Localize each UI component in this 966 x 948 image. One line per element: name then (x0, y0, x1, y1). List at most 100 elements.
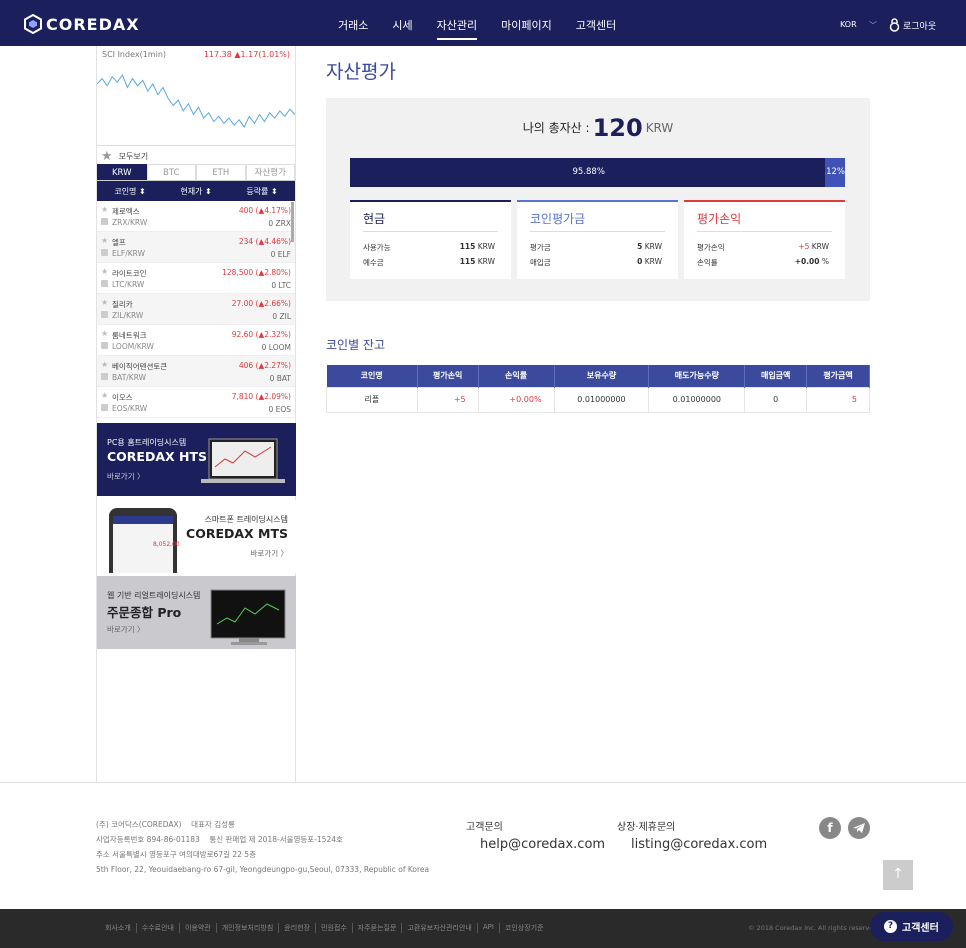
footer-link-asset-guide[interactable]: 고환유보자산관리안내 (402, 923, 478, 933)
hts-link[interactable]: 바로가기 〉 (107, 471, 144, 482)
list-item[interactable]: ★ 엘프 ELF/KRW 234 (▲4.46%) 0 ELF (97, 232, 295, 263)
scroll-top-button[interactable]: ↑ (883, 860, 913, 890)
footer-link-about[interactable]: 회사소개 (100, 923, 137, 933)
nav-mypage[interactable]: 마이페이지 (489, 0, 564, 46)
mts-link[interactable]: 바로가기 〉 (251, 548, 288, 559)
footer-link-faq[interactable]: 자주묻는질문 (353, 923, 403, 933)
table-header-row: 코인명 평가손익 손익률 보유수량 매도가능수량 매입금액 평가금액 (326, 365, 870, 387)
coin-list-scrollbar[interactable] (291, 202, 294, 242)
card-row: 사용가능 115 KRW (363, 242, 495, 253)
row-value: 115 KRW (460, 257, 495, 266)
tab-krw[interactable]: KRW (97, 164, 147, 180)
telegram-icon[interactable] (848, 817, 870, 839)
footer-divider (0, 782, 966, 783)
value-unit: KRW (475, 257, 495, 266)
th-coin: 코인명 (326, 365, 418, 387)
pro-title: 주문종합 Pro (107, 605, 182, 620)
pro-link[interactable]: 바로가기 〉 (107, 624, 144, 635)
coin-price: 400 (▲4.17%) (238, 206, 291, 215)
nav-market[interactable]: 시세 (380, 0, 424, 46)
list-item[interactable]: ★ 질리카 ZIL/KRW 27.00 (▲2.66%) 0 ZIL (97, 294, 295, 325)
bar-cash-segment: 95.88% (350, 158, 825, 187)
footer-link-privacy[interactable]: 개인정보처리방침 (217, 923, 280, 933)
coin-list: ★ 제로엑스 ZRX/KRW 400 (▲4.17%) 0 ZRX ★ 엘프 E… (97, 201, 295, 418)
star-icon[interactable]: ★ (101, 360, 108, 369)
card-row: 평가금 5 KRW (530, 242, 662, 253)
coin-list-header: 코인명 ⬍ 현재가 ⬍ 등락률 ⬍ (97, 181, 295, 201)
footer-link-terms[interactable]: 이용약관 (180, 923, 217, 933)
coin-name: 이오스 (112, 393, 133, 402)
coin-price: 27.00 (▲2.66%) (231, 299, 291, 308)
cash-card: 현금 사용가능 115 KRW 예수금 115 KRW (350, 200, 511, 279)
coin-badge-icon (101, 249, 108, 256)
cell-holding: 0.01000000 (553, 386, 650, 413)
table-row[interactable]: 리플 +5 +0.00% 0.01000000 0.01000000 0 5 (326, 386, 870, 413)
contact-email[interactable]: help@coredax.com (480, 837, 605, 852)
mts-banner[interactable]: 8,052,000 스마트폰 트레이딩시스템 COREDAX MTS 바로가기 … (97, 500, 296, 573)
language-select[interactable]: KOR (840, 20, 857, 29)
row-value: 0 KRW (637, 257, 662, 266)
footer-link-ethics[interactable]: 윤리헌장 (279, 923, 317, 933)
star-icon[interactable]: ★ (101, 298, 108, 307)
footer-link-fees[interactable]: 수수료안내 (137, 923, 180, 933)
total-unit: KRW (645, 121, 674, 135)
smartphone-icon: 8,052,000 (109, 508, 179, 573)
sort-price[interactable]: 현재가 ⬍ (163, 186, 229, 197)
value-unit: KRW (475, 242, 495, 251)
list-item[interactable]: ★ 제로엑스 ZRX/KRW 400 (▲4.17%) 0 ZRX (97, 201, 295, 232)
tab-btc[interactable]: BTC (146, 164, 196, 180)
listing-email[interactable]: listing@coredax.com (631, 837, 767, 852)
tab-eth[interactable]: ETH (196, 164, 246, 180)
star-icon[interactable]: ★ (101, 236, 108, 245)
th-sellable: 매도가능수량 (648, 365, 746, 387)
row-value: +5 KRW (798, 242, 829, 251)
hts-banner[interactable]: PC용 홈트레이딩시스템 COREDAX HTS 바로가기 〉 (97, 423, 296, 496)
list-item[interactable]: ★ 베이직어텐션토큰 BAT/KRW 406 (▲2.27%) 0 BAT (97, 356, 295, 387)
star-icon[interactable]: ★ (101, 329, 108, 338)
asset-summary: 나의 총자산 :120KRW 95.88% 4.12% 현금 사용가능115 K… (326, 98, 870, 301)
coin-eval-card: 코인평가금 평가금 5 KRW 매입금 0 KRW (517, 200, 678, 279)
footer-link-complaints[interactable]: 민원접수 (316, 923, 353, 933)
coin-pair: ZIL/KRW (112, 311, 144, 320)
list-item[interactable]: ★ 이오스 EOS/KRW 7,810 (▲2.09%) 0 EOS (97, 387, 295, 418)
chevron-down-icon[interactable]: ﹀ (869, 20, 877, 31)
star-icon[interactable]: ★ (101, 205, 108, 214)
profit-card: 평가손익 평가손익 +5 KRW 손익률 +0.00 % (684, 200, 845, 279)
coin-pair: BAT/KRW (112, 373, 147, 382)
list-item[interactable]: ★ 라이트코인 LTC/KRW 128,500 (▲2.80%) 0 LTC (97, 263, 295, 294)
card-title: 코인평가금 (530, 212, 586, 226)
coin-badge-icon (101, 280, 108, 287)
cell-buy-amount: 0 (744, 386, 808, 413)
star-icon[interactable]: ★ (101, 267, 108, 276)
hts-title: COREDAX HTS (107, 449, 207, 464)
card-row: 예수금 115 KRW (363, 257, 495, 268)
nav-assets[interactable]: 자산관리 (425, 0, 489, 46)
asset-ratio-bar: 95.88% 4.12% (350, 158, 845, 187)
facebook-icon[interactable]: f (819, 817, 841, 839)
nav-support[interactable]: 고객센터 (564, 0, 628, 46)
card-title: 현금 (363, 212, 386, 226)
row-key: 예수금 (363, 258, 384, 267)
logout-button[interactable]: 로그아웃 (889, 18, 936, 32)
coin-badge-icon (101, 342, 108, 349)
help-center-button[interactable]: ? 고객센터 (870, 912, 953, 941)
sort-change[interactable]: 등락률 ⬍ (229, 186, 295, 197)
row-key: 평가금 (530, 243, 551, 252)
card-title: 평가손익 (697, 212, 742, 226)
pro-banner[interactable]: 웹 기반 리얼트레이딩시스템 주문종합 Pro 바로가기 〉 (97, 576, 296, 649)
list-item[interactable]: ★ 룸네트워크 LOOM/KRW 92.60 (▲2.32%) 0 LOOM (97, 325, 295, 356)
row-value: 115 KRW (460, 242, 495, 251)
view-all-toggle[interactable]: ★ 모두보기 (97, 147, 295, 165)
coin-pair: LTC/KRW (112, 280, 145, 289)
coin-price: 406 (▲2.27%) (238, 361, 291, 370)
star-icon[interactable]: ★ (101, 391, 108, 400)
coin-price: 128,500 (▲2.80%) (222, 268, 291, 277)
footer-link-listing[interactable]: 코인상장기준 (500, 923, 549, 933)
sort-coin-name[interactable]: 코인명 ⬍ (97, 186, 163, 197)
nav-exchange[interactable]: 거래소 (326, 0, 380, 46)
coredax-logo[interactable]: COREDAX (24, 14, 140, 34)
tab-asset-eval[interactable]: 자산평가 (245, 164, 295, 180)
footer-link-api[interactable]: API (478, 923, 500, 933)
star-icon: ★ (101, 148, 113, 164)
logout-label: 로그아웃 (903, 21, 937, 32)
